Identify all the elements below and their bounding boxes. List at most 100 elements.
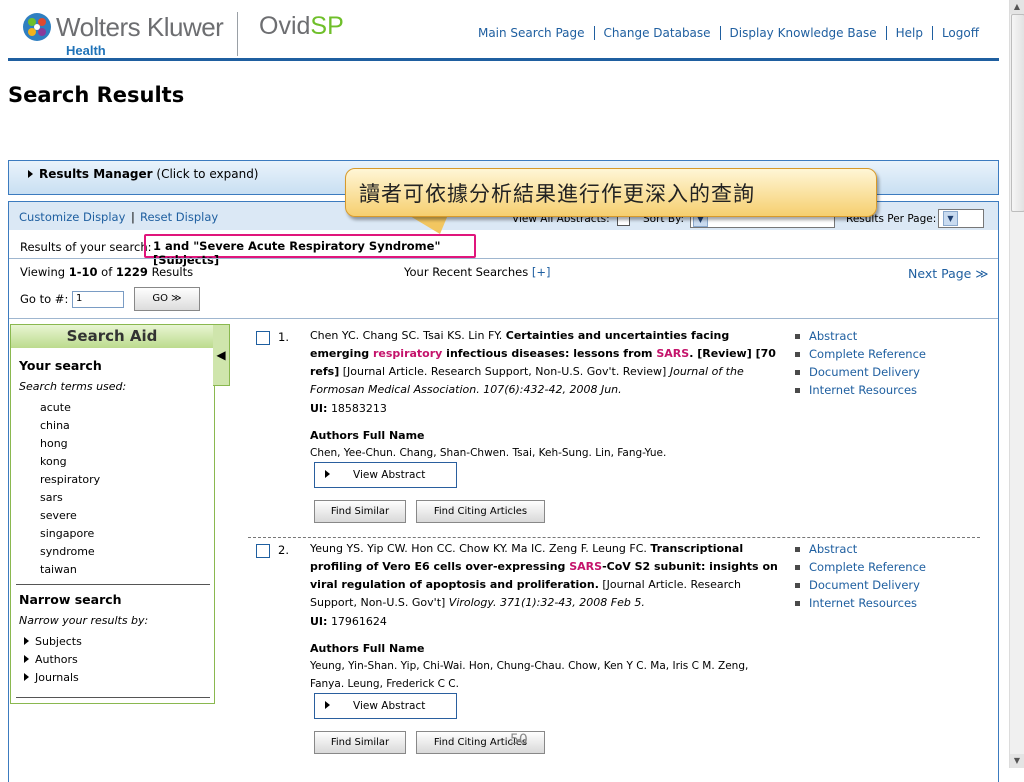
divider [9, 318, 998, 319]
view-abstract-label: View Abstract [353, 469, 426, 481]
go-button[interactable]: GO ≫ [134, 287, 200, 311]
result-citation: Yeung YS. Yip CW. Hon CC. Chow KY. Ma IC… [310, 540, 780, 612]
citation-segment: [Journal Article. Research Support, Non-… [339, 365, 670, 378]
viewing-prefix: Viewing [20, 265, 66, 279]
product-logo: OvidSP [259, 12, 344, 41]
search-term[interactable]: kong [40, 455, 67, 468]
search-terms-label: Search terms used: [19, 380, 127, 393]
recent-searches-label: Your Recent Searches [404, 265, 529, 279]
document-delivery-link[interactable]: Document Delivery [795, 576, 926, 594]
ui-label: UI: [310, 402, 328, 415]
next-page-link[interactable]: Next Page ≫ [908, 266, 988, 281]
search-term[interactable]: taiwan [40, 563, 77, 576]
wolters-kluwer-logo-icon [23, 13, 51, 41]
chevron-down-icon: ▼ [943, 211, 958, 226]
result-ui: UI: 17961624 [310, 615, 387, 628]
reset-display-link[interactable]: Reset Display [140, 210, 218, 224]
search-term[interactable]: syndrome [40, 545, 95, 558]
nav-change-database[interactable]: Change Database [593, 26, 720, 40]
expand-triangle-icon [325, 701, 330, 709]
search-query-text: 1 and "Severe Acute Respiratory Syndrome… [153, 239, 441, 267]
search-term[interactable]: hong [40, 437, 68, 450]
complete-reference-link[interactable]: Complete Reference [795, 558, 926, 576]
result-separator [248, 537, 980, 538]
logo-divider [237, 12, 238, 56]
internet-resources-link[interactable]: Internet Resources [795, 594, 926, 612]
results-per-page-select[interactable]: 10▼ [938, 209, 984, 228]
scroll-up-arrow-icon[interactable]: ▲ [1010, 0, 1024, 14]
results-manager-label: Results Manager [39, 167, 153, 181]
narrow-by-subjects[interactable]: Subjects [24, 635, 82, 648]
expand-triangle-icon [325, 470, 330, 478]
result-number: 2. [278, 543, 289, 557]
view-abstract-label: View Abstract [353, 700, 426, 712]
search-term[interactable]: china [40, 419, 70, 432]
find-citing-articles-button[interactable]: Find Citing Articles [416, 500, 545, 523]
narrow-item-label: Journals [35, 671, 79, 684]
collapse-arrow-icon[interactable]: ◀ [213, 324, 230, 386]
nav-help[interactable]: Help [885, 26, 932, 40]
view-abstract-button[interactable]: View Abstract [314, 693, 457, 719]
result-citation: Chen YC. Chang SC. Tsai KS. Lin FY. Cert… [310, 327, 780, 399]
search-term[interactable]: severe [40, 509, 77, 522]
search-term[interactable]: respiratory [40, 473, 100, 486]
nav-logoff[interactable]: Logoff [931, 26, 988, 40]
authors-full-name-label: Authors Full Name [310, 429, 425, 442]
narrow-item-label: Authors [35, 653, 78, 666]
goto-input-value: 1 [76, 293, 83, 304]
internet-resources-link[interactable]: Internet Resources [795, 381, 926, 399]
citation-segment: respiratory [373, 347, 443, 360]
narrow-by-authors[interactable]: Authors [24, 653, 78, 666]
annotation-callout-text: 讀者可依據分析結果進行作更深入的查詢 [359, 182, 755, 206]
complete-reference-link[interactable]: Complete Reference [795, 345, 926, 363]
result-ui: UI: 18583213 [310, 402, 387, 415]
search-term[interactable]: sars [40, 491, 63, 504]
goto-input[interactable]: 1 [72, 291, 124, 308]
find-similar-button[interactable]: Find Similar [314, 731, 406, 754]
toolbar-separator: | [131, 210, 135, 224]
search-term[interactable]: singapore [40, 527, 94, 540]
nav-display-knowledge-base[interactable]: Display Knowledge Base [719, 26, 886, 40]
recent-searches-toggle[interactable]: [+] [532, 265, 551, 279]
search-aid-title: Search Aid [11, 325, 213, 348]
expand-triangle-icon [24, 655, 29, 663]
recent-searches: Your Recent Searches [+] [404, 265, 550, 279]
narrow-search-label: Narrow your results by: [19, 614, 149, 627]
view-abstract-button[interactable]: View Abstract [314, 462, 457, 488]
citation-segment: Chen YC. Chang SC. Tsai KS. Lin FY. [310, 329, 506, 342]
divider [9, 258, 998, 259]
citation-segment: infectious diseases: lessons from [442, 347, 657, 360]
viewing-total: 1229 [115, 265, 148, 279]
results-manager-hint: (Click to expand) [156, 167, 259, 181]
narrow-by-journals[interactable]: Journals [24, 671, 79, 684]
viewing-range: 1-10 [68, 265, 98, 279]
scrollbar-thumb[interactable] [1011, 14, 1024, 212]
citation-segment: SARS [656, 347, 690, 360]
page-title: Search Results [8, 83, 185, 107]
abstract-link[interactable]: Abstract [795, 540, 926, 558]
results-manager-toggle[interactable]: Results Manager (Click to expand) [28, 167, 259, 181]
narrow-item-label: Subjects [35, 635, 82, 648]
product-suffix: SP [310, 12, 344, 40]
your-search-heading: Your search [19, 358, 102, 373]
result-select-checkbox[interactable] [256, 331, 270, 345]
citation-segment: Yeung YS. Yip CW. Hon CC. Chow KY. Ma IC… [310, 542, 651, 555]
result-select-checkbox[interactable] [256, 544, 270, 558]
scroll-down-arrow-icon[interactable]: ▼ [1010, 754, 1024, 768]
document-delivery-link[interactable]: Document Delivery [795, 363, 926, 381]
citation-segment: SARS [569, 560, 603, 573]
authors-full-name-label: Authors Full Name [310, 642, 425, 655]
abstract-link[interactable]: Abstract [795, 327, 926, 345]
nav-main-search-page[interactable]: Main Search Page [469, 26, 594, 40]
ui-label: UI: [310, 615, 328, 628]
search-term[interactable]: acute [40, 401, 71, 414]
viewing-results-word: Results [151, 265, 194, 279]
citation-segment: Virology. 371(1):32-43, 2008 Feb 5. [448, 596, 645, 609]
ui-value: 18583213 [330, 402, 387, 415]
viewing-of: of [101, 265, 113, 279]
find-similar-button[interactable]: Find Similar [314, 500, 406, 523]
customize-display-link[interactable]: Customize Display [19, 210, 125, 224]
expand-triangle-icon [24, 673, 29, 681]
result-links: Abstract Complete Reference Document Del… [795, 327, 926, 399]
top-navigation: Main Search Page Change Database Display… [469, 26, 988, 40]
